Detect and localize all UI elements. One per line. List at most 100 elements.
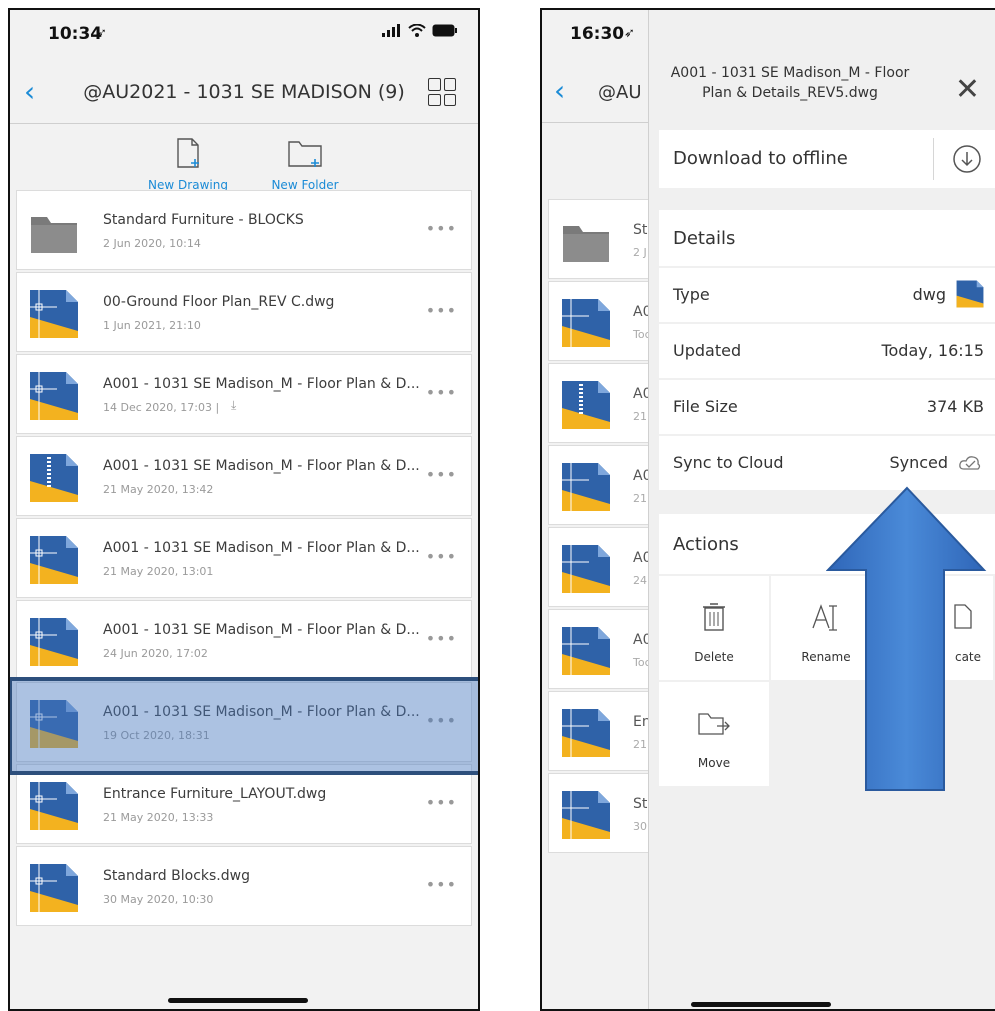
more-options-icon[interactable]: ••• — [426, 301, 457, 320]
dwg-file-icon — [30, 372, 78, 420]
file-row[interactable]: Entrance Furniture_LAYOUT.dwg 21 May 202… — [16, 764, 472, 844]
file-row[interactable]: Standard Blocks.dwg 30 May 2020, 10:30 •… — [16, 846, 472, 926]
navigation-bar: ‹ @AU2021 - 1031 SE MADISON (9) — [10, 65, 478, 124]
folder-title: @AU2021 - 1031 SE MADISON (9) — [83, 81, 405, 103]
selection-highlight — [10, 677, 478, 775]
details-header-card: Details — [659, 210, 995, 266]
file-name: Entrance Furniture_LAYOUT.dwg — [103, 786, 327, 802]
more-options-icon[interactable]: ••• — [426, 465, 457, 484]
status-time: 16:30 — [570, 24, 625, 44]
status-bar: 10:34 ➶ — [10, 10, 478, 56]
detail-row-type: Type dwg — [659, 268, 995, 322]
detail-label: Type — [673, 285, 710, 304]
annotation-arrow-up — [826, 486, 987, 791]
status-icons — [382, 24, 458, 37]
dwg-file-icon — [562, 545, 610, 593]
status-time: 10:34 — [48, 24, 103, 44]
file-name: A001 - 1031 SE Madison_M - Floor Plan & … — [103, 540, 420, 556]
detail-value: Today, 16:15 — [881, 341, 984, 360]
bg-row-text: St — [633, 796, 648, 812]
bg-row-date: 21 — [633, 410, 647, 423]
file-date: 21 May 2020, 13:01 — [103, 565, 214, 578]
bg-row-date: 2 J — [633, 246, 647, 259]
detail-label: Sync to Cloud — [673, 453, 784, 472]
phone-screen-file-list: 10:34 ➶ ‹ @AU2021 - 1031 SE MADISON (9) … — [8, 8, 480, 1011]
file-name: 00-Ground Floor Plan_REV C.dwg — [103, 294, 335, 310]
file-row[interactable]: 00-Ground Floor Plan_REV C.dwg 1 Jun 202… — [16, 272, 472, 352]
file-date: 14 Dec 2020, 17:03 | — [103, 401, 220, 414]
more-options-icon[interactable]: ••• — [426, 219, 457, 238]
detail-value: Synced — [889, 453, 948, 472]
downloaded-icon: ⤓ — [231, 398, 237, 412]
dwg-file-icon — [562, 709, 610, 757]
phone-screen-file-details: 16:30 ➶ ‹ @AU St 2 J A0 Toc A0 21 A0 21 … — [540, 8, 995, 1011]
more-options-icon[interactable]: ••• — [426, 629, 457, 648]
file-row[interactable]: A001 - 1031 SE Madison_M - Floor Plan & … — [16, 518, 472, 598]
home-indicator — [168, 998, 308, 1003]
dwg-file-icon — [562, 463, 610, 511]
more-options-icon[interactable]: ••• — [426, 383, 457, 402]
dwg-file-icon — [562, 299, 610, 347]
more-options-icon[interactable]: ••• — [426, 793, 457, 812]
file-date: 21 May 2020, 13:33 — [103, 811, 214, 824]
folder-icon — [31, 217, 77, 253]
file-date: 30 May 2020, 10:30 — [103, 893, 214, 906]
detail-label: File Size — [673, 397, 738, 416]
wifi-icon — [408, 24, 426, 37]
bg-row-date: 21 — [633, 492, 647, 505]
more-options-icon[interactable]: ••• — [426, 875, 457, 894]
bg-row-text: St — [633, 222, 648, 238]
file-row[interactable]: A001 - 1031 SE Madison_M - Floor Plan & … — [16, 600, 472, 680]
details-header: Details — [673, 228, 736, 249]
file-row[interactable]: A001 - 1031 SE Madison_M - Floor Plan & … — [16, 354, 472, 434]
battery-icon — [432, 24, 457, 37]
file-name: Standard Blocks.dwg — [103, 868, 250, 884]
detail-row-updated: Updated Today, 16:15 — [659, 324, 995, 378]
dwg-file-icon — [30, 782, 78, 830]
close-icon[interactable]: ✕ — [955, 75, 980, 105]
actions-header: Actions — [673, 534, 739, 555]
zip-file-icon — [30, 454, 78, 502]
detail-label: Updated — [673, 341, 742, 360]
file-name: Standard Furniture - BLOCKS — [103, 212, 304, 228]
file-row[interactable]: A001 - 1031 SE Madison_M - Floor Plan & … — [16, 436, 472, 516]
folder-title-partial: @AU — [598, 82, 642, 103]
grid-view-icon[interactable] — [428, 78, 456, 106]
file-date: 2 Jun 2020, 10:14 — [103, 237, 201, 250]
home-indicator — [691, 1002, 831, 1007]
bg-row-date: 21 — [633, 738, 647, 751]
detail-row-file-size: File Size 374 KB — [659, 380, 995, 434]
dwg-file-icon — [30, 864, 78, 912]
zip-file-icon — [562, 381, 610, 429]
cloud-synced-icon — [959, 456, 981, 470]
new-drawing-icon — [177, 138, 199, 168]
file-date: 21 May 2020, 13:42 — [103, 483, 214, 496]
move-folder-icon — [698, 713, 730, 735]
dwg-file-icon — [30, 290, 78, 338]
location-arrow-icon: ➶ — [96, 26, 107, 41]
trash-icon — [703, 603, 725, 631]
download-label: Download to offline — [673, 148, 848, 169]
file-name: A001 - 1031 SE Madison_M - Floor Plan & … — [103, 376, 420, 392]
download-offline-row[interactable]: Download to offline — [659, 130, 995, 188]
dwg-file-icon — [562, 791, 610, 839]
bg-row-date: 30 — [633, 820, 647, 833]
file-date: 24 Jun 2020, 17:02 — [103, 647, 208, 660]
download-icon[interactable] — [952, 144, 982, 174]
new-folder-button[interactable]: New Folder — [255, 138, 355, 192]
more-options-icon[interactable]: ••• — [426, 547, 457, 566]
move-button[interactable]: Move — [659, 682, 769, 786]
detail-value: 374 KB — [926, 397, 984, 416]
file-row-folder[interactable]: Standard Furniture - BLOCKS 2 Jun 2020, … — [16, 190, 472, 270]
new-folder-icon — [288, 141, 322, 167]
dwg-file-icon — [30, 618, 78, 666]
divider — [933, 138, 934, 180]
delete-button[interactable]: Delete — [659, 576, 769, 680]
location-arrow-icon: ➶ — [624, 26, 635, 41]
dwg-file-icon — [30, 536, 78, 584]
action-label: Delete — [694, 650, 734, 664]
new-drawing-button[interactable]: New Drawing — [138, 138, 238, 192]
back-chevron-icon[interactable]: ‹ — [554, 74, 565, 107]
file-date: 1 Jun 2021, 21:10 — [103, 319, 201, 332]
signal-icon — [382, 24, 400, 37]
